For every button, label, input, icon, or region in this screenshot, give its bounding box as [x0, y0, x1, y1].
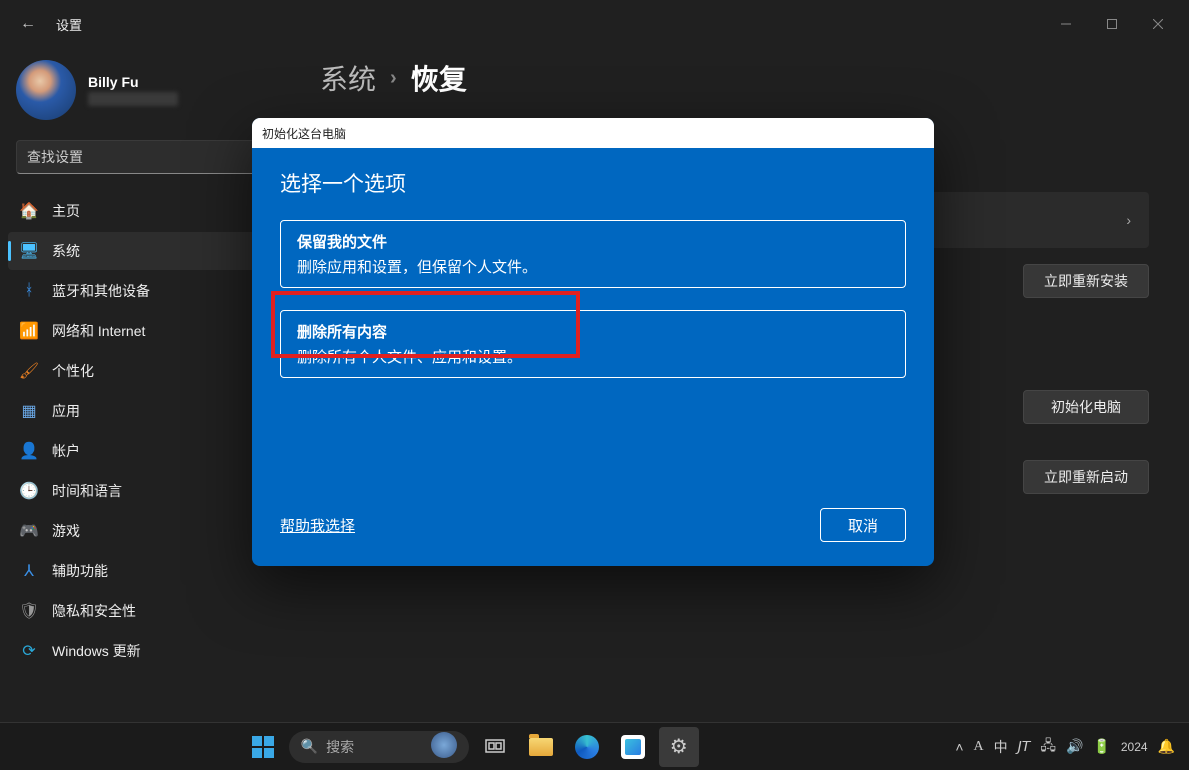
sidebar-item-9[interactable]: ⅄ 辅助功能 [8, 552, 292, 590]
window-title: 设置 [56, 15, 82, 34]
nav-label: 辅助功能 [52, 561, 108, 581]
microsoft-store-icon[interactable] [613, 727, 653, 767]
profile-email-blurred [88, 92, 178, 106]
nav-icon: 🕒 [20, 482, 38, 500]
gear-icon: ⚙ [670, 734, 688, 759]
reset-pc-button[interactable]: 初始化电脑 [1023, 390, 1149, 424]
nav-label: 游戏 [52, 521, 80, 541]
close-button[interactable] [1135, 8, 1181, 40]
sidebar-item-6[interactable]: 👤 帐户 [8, 432, 292, 470]
restart-now-button[interactable]: 立即重新启动 [1023, 460, 1149, 494]
taskbar-search[interactable]: 🔍 搜索 [289, 731, 469, 763]
nav-label: 个性化 [52, 361, 94, 381]
nav-icon: 🏠 [20, 202, 38, 220]
nav-label: 网络和 Internet [52, 321, 145, 341]
nav-icon: ▦ [20, 402, 38, 420]
option-keep-files-desc: 删除应用和设置，但保留个人文件。 [297, 256, 889, 277]
nav-list: 🏠 主页 🖥 系统 ᚼ 蓝牙和其他设备 📶 网络和 Internet 🖌 个性化 ▦ 应用 👤 帐户 🕒 时间… [8, 192, 292, 670]
file-explorer-icon[interactable] [521, 727, 561, 767]
sidebar-item-1[interactable]: 🖥 系统 [8, 232, 292, 270]
chevron-right-icon: › [390, 67, 397, 90]
sidebar-item-5[interactable]: ▦ 应用 [8, 392, 292, 430]
nav-icon: 📶 [20, 322, 38, 340]
nav-icon: 🖌 [20, 362, 38, 380]
sidebar-item-2[interactable]: ᚼ 蓝牙和其他设备 [8, 272, 292, 310]
titlebar: ← 设置 [0, 0, 1189, 48]
reinstall-button[interactable]: 立即重新安装 [1023, 264, 1149, 298]
nav-icon: ⟳ [20, 642, 38, 660]
search-placeholder: 查找设置 [27, 147, 83, 167]
search-icon: 🔍 [301, 738, 318, 755]
chevron-up-icon[interactable]: ˄ [955, 739, 963, 755]
nav-icon: 👤 [20, 442, 38, 460]
nav-label: 帐户 [52, 441, 80, 461]
edge-browser-icon[interactable] [567, 727, 607, 767]
breadcrumb-root[interactable]: 系统 [320, 58, 376, 98]
sidebar-item-11[interactable]: ⟳ Windows 更新 [8, 632, 292, 670]
window-controls [1043, 8, 1181, 40]
breadcrumb-current: 恢复 [411, 58, 467, 98]
tray-unknown-icon[interactable]: 𝘑𝘛 [1018, 738, 1031, 755]
breadcrumb: 系统 › 恢复 [320, 58, 1149, 98]
dialog-heading: 选择一个选项 [280, 168, 906, 198]
sidebar-item-7[interactable]: 🕒 时间和语言 [8, 472, 292, 510]
avatar [16, 60, 76, 120]
nav-label: 隐私和安全性 [52, 601, 136, 621]
profile-block[interactable]: Billy Fu [8, 56, 292, 140]
option-remove-everything-title: 删除所有内容 [297, 321, 889, 342]
sidebar-item-8[interactable]: 🎮 游戏 [8, 512, 292, 550]
task-view-button[interactable] [475, 727, 515, 767]
option-remove-everything-desc: 删除所有个人文件、应用和设置。 [297, 346, 889, 367]
maximize-button[interactable] [1089, 8, 1135, 40]
nav-label: 应用 [52, 401, 80, 421]
nav-label: 时间和语言 [52, 481, 122, 501]
chevron-right-icon: › [1126, 212, 1131, 228]
taskbar: 🔍 搜索 ⚙ ˄ A 中 𝘑𝘛 🖧 🔊 🔋 2024 🔔 [0, 722, 1189, 770]
system-tray[interactable]: ˄ A 中 𝘑𝘛 🖧 🔊 🔋 2024 🔔 [941, 735, 1189, 759]
dialog-titlebar: 初始化这台电脑 [252, 118, 934, 148]
nav-icon: 🛡 [20, 602, 38, 620]
option-keep-files[interactable]: 保留我的文件 删除应用和设置，但保留个人文件。 [280, 220, 906, 288]
network-icon[interactable]: 🖧 [1040, 735, 1056, 759]
nav-label: 蓝牙和其他设备 [52, 281, 150, 301]
option-remove-everything[interactable]: 删除所有内容 删除所有个人文件、应用和设置。 [280, 310, 906, 378]
start-button[interactable] [243, 727, 283, 767]
nav-label: Windows 更新 [52, 641, 141, 661]
profile-name: Billy Fu [88, 74, 178, 90]
help-me-choose-link[interactable]: 帮助我选择 [280, 515, 355, 536]
option-keep-files-title: 保留我的文件 [297, 231, 889, 252]
battery-icon[interactable]: 🔋 [1093, 738, 1110, 755]
search-decoration-icon [431, 732, 457, 761]
reset-pc-dialog: 初始化这台电脑 选择一个选项 保留我的文件 删除应用和设置，但保留个人文件。 删… [252, 118, 934, 566]
tray-input-indicator[interactable]: A [974, 739, 984, 755]
back-button[interactable]: ← [8, 15, 48, 33]
sidebar-item-3[interactable]: 📶 网络和 Internet [8, 312, 292, 350]
sidebar-item-4[interactable]: 🖌 个性化 [8, 352, 292, 390]
nav-icon: ⅄ [20, 562, 38, 580]
nav-label: 主页 [52, 201, 80, 221]
settings-app-icon[interactable]: ⚙ [659, 727, 699, 767]
nav-icon: ᚼ [20, 282, 38, 300]
nav-label: 系统 [52, 241, 80, 261]
minimize-button[interactable] [1043, 8, 1089, 40]
volume-icon[interactable]: 🔊 [1066, 738, 1083, 755]
tray-ime-indicator[interactable]: 中 [994, 737, 1008, 757]
sidebar-item-0[interactable]: 🏠 主页 [8, 192, 292, 230]
cancel-button[interactable]: 取消 [820, 508, 906, 542]
notifications-icon[interactable]: 🔔 [1158, 738, 1175, 755]
search-input[interactable]: 查找设置 🔍 [16, 140, 284, 174]
tray-clock-year[interactable]: 2024 [1121, 740, 1148, 754]
nav-icon: 🎮 [20, 522, 38, 540]
sidebar-item-10[interactable]: 🛡 隐私和安全性 [8, 592, 292, 630]
nav-icon: 🖥 [20, 242, 38, 260]
taskbar-search-label: 搜索 [326, 737, 354, 757]
